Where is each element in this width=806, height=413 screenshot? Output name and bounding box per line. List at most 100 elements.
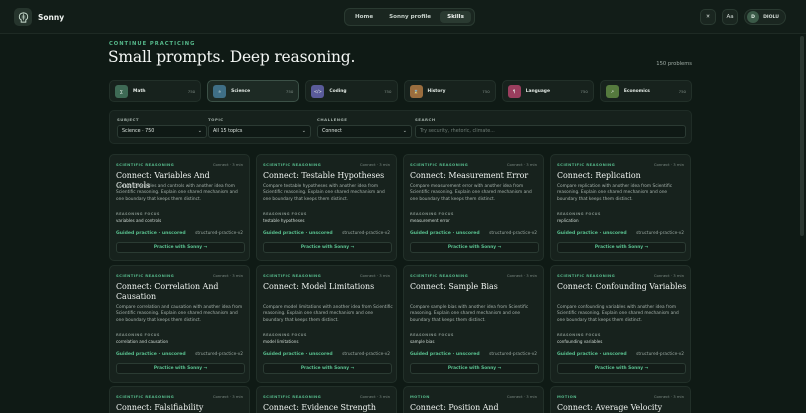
brand[interactable]: Sonny bbox=[14, 8, 64, 26]
card-description: Compare replication with another idea fr… bbox=[557, 184, 673, 202]
practice-with-sonny-button[interactable]: Practice with Sonny → bbox=[557, 242, 686, 253]
problem-card[interactable]: SCIENTIFIC REASONING Connect · 3 min Conne… bbox=[256, 386, 397, 413]
subject-icon: ⚛ bbox=[213, 84, 227, 98]
subject-name: Coding bbox=[329, 88, 347, 94]
card-description: Compare confounding variables with anoth… bbox=[557, 305, 679, 323]
search-filter-label: SEARCH bbox=[415, 117, 436, 122]
main-nav: Home Sonny profile Skills bbox=[344, 8, 475, 26]
card-meta: Connect · 3 min bbox=[653, 162, 684, 167]
practice-with-sonny-button[interactable]: Practice with Sonny → bbox=[263, 242, 392, 253]
subject-tab-economics[interactable]: ↗ Economics 750 bbox=[599, 80, 693, 102]
reasoning-focus-value: testable hypotheses bbox=[263, 218, 305, 223]
card-title: Connect: Model Limitations bbox=[263, 282, 375, 291]
subject-tab-coding[interactable]: </> Coding 750 bbox=[305, 80, 398, 102]
reasoning-focus-value: sample bias bbox=[410, 339, 435, 344]
sun-icon[interactable]: ☀ bbox=[700, 9, 717, 25]
subject-name: Science bbox=[231, 88, 251, 94]
problem-card[interactable]: SCIENTIFIC REASONING Connect · 3 min Conne… bbox=[550, 265, 691, 383]
reasoning-focus-value: model limitations bbox=[263, 339, 299, 344]
subject-count: 750 bbox=[482, 88, 490, 94]
topic-select-value: All 15 topics bbox=[213, 129, 243, 134]
subject-name: Math bbox=[133, 88, 146, 94]
card-category: SCIENTIFIC REASONING bbox=[410, 162, 469, 167]
practice-with-sonny-button[interactable]: Practice with Sonny → bbox=[116, 363, 245, 374]
brand-name: Sonny bbox=[38, 12, 65, 22]
card-category: SCIENTIFIC REASONING bbox=[410, 273, 469, 278]
subject-filter: SUBJECT Science · 750 ⌄ bbox=[117, 117, 207, 138]
subject-count: 750 bbox=[285, 88, 294, 94]
nav-sonny-profile[interactable]: Sonny profile bbox=[382, 11, 438, 23]
problem-card[interactable]: SCIENTIFIC REASONING Connect · 3 min Conne… bbox=[109, 386, 250, 413]
problem-card[interactable]: SCIENTIFIC REASONING Connect · 3 min Conne… bbox=[256, 154, 397, 261]
card-description: Compare model limitations with another i… bbox=[263, 305, 393, 323]
reasoning-focus-value: correlation and causation bbox=[116, 339, 169, 344]
practice-version: structured-practice-v2 bbox=[489, 352, 537, 357]
practice-with-sonny-button[interactable]: Practice with Sonny → bbox=[263, 363, 392, 374]
problem-card[interactable]: SCIENTIFIC REASONING Connect · 3 min Conne… bbox=[109, 154, 250, 261]
subject-select[interactable]: Science · 750 ⌄ bbox=[117, 125, 207, 138]
top-bar: Sonny Home Sonny profile Skills ☀ Aa D D… bbox=[0, 0, 806, 34]
subject-tab-history[interactable]: ⌛ History 750 bbox=[403, 80, 496, 102]
card-title: Connect: Correlation And Causation bbox=[116, 282, 219, 301]
problem-card[interactable]: SCIENTIFIC REASONING Connect · 3 min Conne… bbox=[403, 154, 544, 261]
practice-with-sonny-button[interactable]: Practice with Sonny → bbox=[116, 242, 245, 253]
subject-tab-language[interactable]: ¶ Language 750 bbox=[501, 80, 594, 102]
user-menu[interactable]: D DIOLU bbox=[744, 9, 786, 25]
problem-card[interactable]: SCIENTIFIC REASONING Connect · 3 min Conne… bbox=[109, 265, 250, 383]
card-title: Connect: Position And bbox=[410, 403, 499, 412]
card-meta: Connect · 3 min bbox=[653, 273, 684, 278]
topic-select[interactable]: All 15 topics ⌄ bbox=[208, 125, 311, 138]
card-title: Connect: Sample Bias bbox=[410, 282, 498, 291]
page-title: Small prompts. Deep reasoning. bbox=[108, 48, 356, 66]
practice-status: Guided practice · unscored bbox=[116, 231, 186, 236]
practice-with-sonny-button[interactable]: Practice with Sonny → bbox=[557, 363, 686, 374]
practice-status: Guided practice · unscored bbox=[263, 352, 333, 357]
text-size-button[interactable]: Aa bbox=[722, 9, 739, 25]
problem-card[interactable]: SCIENTIFIC REASONING Connect · 3 min Conne… bbox=[256, 265, 397, 383]
subject-count: 750 bbox=[678, 88, 687, 94]
practice-with-sonny-button[interactable]: Practice with Sonny → bbox=[410, 363, 539, 374]
nav-home[interactable]: Home bbox=[348, 11, 380, 23]
card-description: Compare sample bias with another idea fr… bbox=[410, 305, 529, 323]
reasoning-focus-value: measurement error bbox=[410, 218, 450, 223]
card-category: SCIENTIFIC REASONING bbox=[116, 273, 175, 278]
problem-card[interactable]: MOTION Connect · 3 min Connect: Position A… bbox=[403, 386, 544, 413]
practice-status: Guided practice · unscored bbox=[557, 352, 627, 357]
subject-icon: ↗ bbox=[605, 84, 619, 98]
search-input[interactable]: Try security, rhetoric, climate... bbox=[415, 125, 686, 138]
card-meta: Connect · 3 min bbox=[506, 394, 537, 399]
subject-name: Language bbox=[525, 88, 550, 94]
reasoning-focus-value: replication bbox=[557, 218, 579, 223]
challenge-select[interactable]: Connect ⌄ bbox=[317, 125, 412, 138]
scrollbar[interactable] bbox=[800, 36, 804, 236]
practice-status: Guided practice · unscored bbox=[557, 231, 627, 236]
practice-version: structured-practice-v2 bbox=[195, 231, 243, 236]
chevron-down-icon: ⌄ bbox=[402, 128, 407, 134]
problem-card[interactable]: MOTION Connect · 3 min Connect: Average Ve… bbox=[550, 386, 691, 413]
practice-version: structured-practice-v2 bbox=[342, 352, 390, 357]
problem-card[interactable]: SCIENTIFIC REASONING Connect · 3 min Conne… bbox=[550, 154, 691, 261]
search-filter: SEARCH Try security, rhetoric, climate..… bbox=[415, 117, 686, 138]
subject-tab-science[interactable]: ⚛ Science 750 bbox=[207, 80, 300, 102]
topic-filter-label: TOPIC bbox=[208, 117, 224, 122]
nav-skills[interactable]: Skills bbox=[440, 11, 471, 23]
practice-status: Guided practice · unscored bbox=[410, 352, 480, 357]
practice-with-sonny-button[interactable]: Practice with Sonny → bbox=[410, 242, 539, 253]
chevron-down-icon: ⌄ bbox=[197, 128, 202, 134]
card-description: Compare testable hypotheses with another… bbox=[263, 184, 385, 202]
problem-card[interactable]: SCIENTIFIC REASONING Connect · 3 min Conne… bbox=[403, 265, 544, 383]
card-meta: Connect · 3 min bbox=[212, 394, 243, 399]
header-controls: ☀ Aa D DIOLU bbox=[700, 9, 786, 25]
reasoning-focus-label: REASONING FOCUS bbox=[557, 212, 601, 216]
topic-filter: TOPIC All 15 topics ⌄ bbox=[208, 117, 311, 138]
chevron-down-icon: ⌄ bbox=[301, 128, 306, 134]
card-category: SCIENTIFIC REASONING bbox=[263, 394, 322, 399]
card-meta: Connect · 3 min bbox=[653, 394, 684, 399]
card-meta: Connect · 3 min bbox=[212, 162, 243, 167]
card-category: SCIENTIFIC REASONING bbox=[116, 162, 175, 167]
card-description: Compare variables and controls with anot… bbox=[116, 184, 238, 202]
card-description: Compare measurement error with another i… bbox=[410, 184, 532, 202]
subject-tab-math[interactable]: ∑ Math 750 bbox=[109, 80, 202, 102]
card-category: SCIENTIFIC REASONING bbox=[263, 162, 322, 167]
reasoning-focus-label: REASONING FOCUS bbox=[116, 212, 160, 216]
